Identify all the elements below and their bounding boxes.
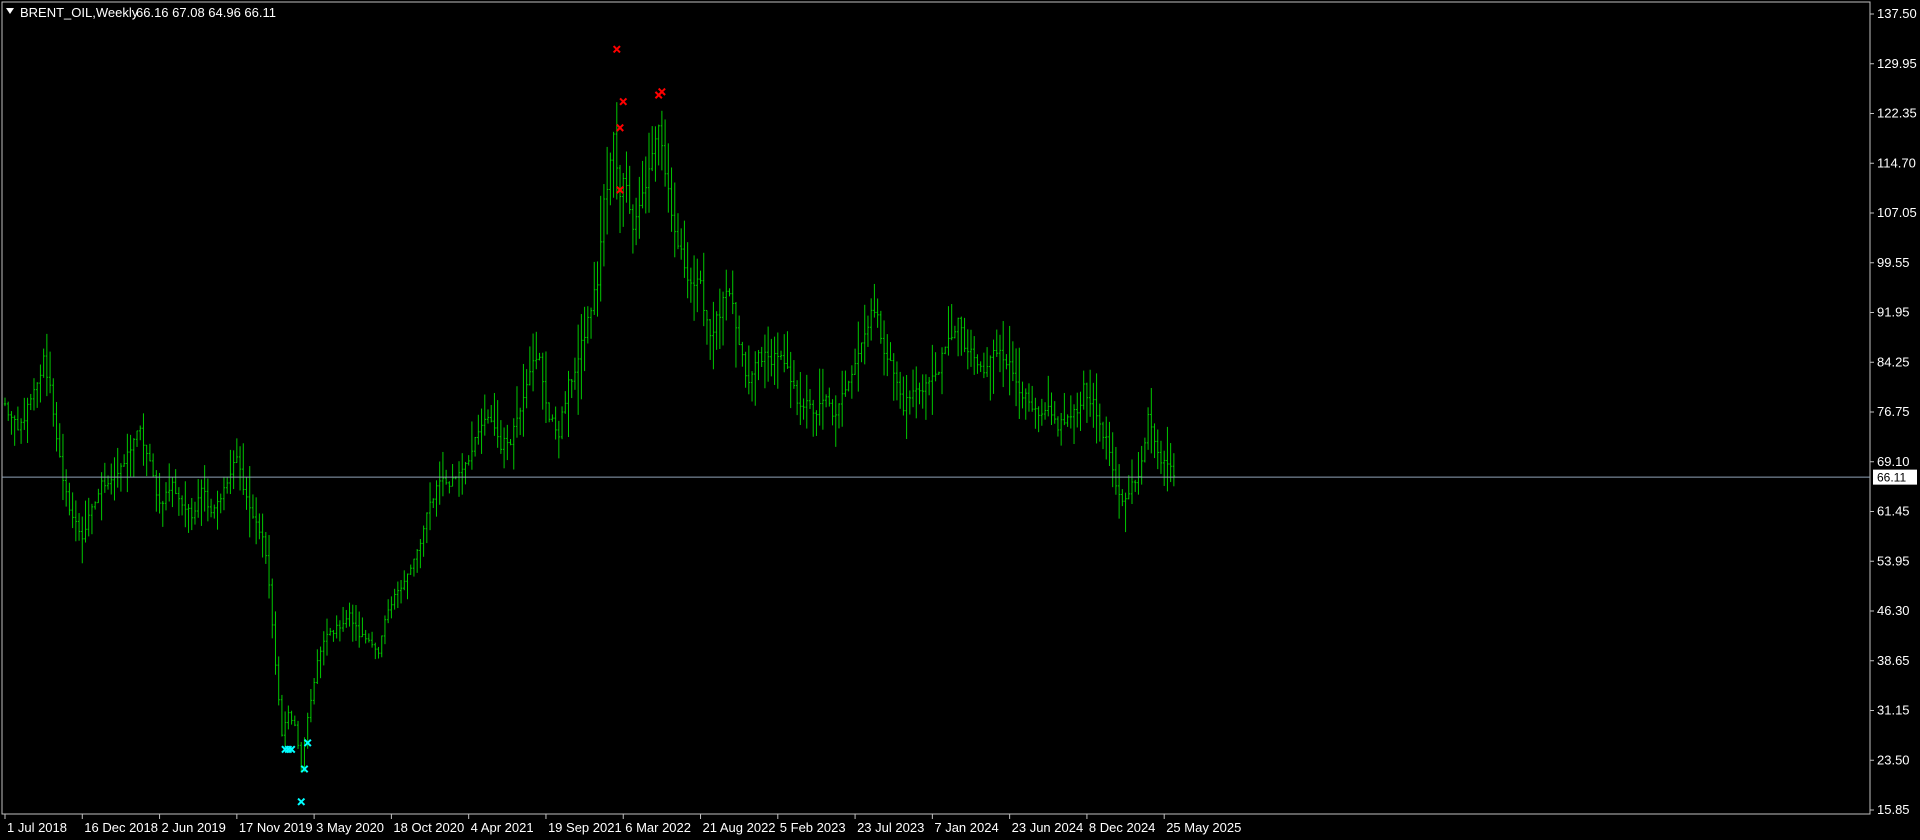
price-tick-label: 61.45 bbox=[1877, 504, 1910, 519]
symbol-label: BRENT_OIL,Weekly bbox=[20, 5, 139, 20]
ohlc-values: 66.16 67.08 64.96 66.11 bbox=[136, 5, 276, 20]
price-tick-label: 69.10 bbox=[1877, 454, 1910, 469]
time-tick-label: 3 May 2020 bbox=[316, 820, 384, 835]
price-tick-label: 122.35 bbox=[1877, 106, 1917, 121]
time-tick-label: 21 Aug 2022 bbox=[703, 820, 776, 835]
price-tick-label: 76.75 bbox=[1877, 404, 1910, 419]
current-price-value: 66.11 bbox=[1877, 471, 1906, 485]
time-tick-label: 4 Apr 2021 bbox=[471, 820, 534, 835]
price-tick-label: 15.85 bbox=[1877, 802, 1910, 817]
price-tick-label: 137.50 bbox=[1877, 6, 1917, 21]
price-tick-label: 46.30 bbox=[1877, 603, 1910, 618]
time-tick-label: 23 Jul 2023 bbox=[857, 820, 924, 835]
time-tick-label: 1 Jul 2018 bbox=[7, 820, 67, 835]
price-tick-label: 129.95 bbox=[1877, 56, 1917, 71]
chart-header: BRENT_OIL,Weekly 66.16 67.08 64.96 66.11 bbox=[6, 5, 276, 20]
price-tick-label: 114.70 bbox=[1877, 155, 1916, 170]
time-tick-label: 19 Sep 2021 bbox=[548, 820, 622, 835]
price-tick-label: 84.25 bbox=[1877, 354, 1910, 369]
time-tick-label: 25 May 2025 bbox=[1166, 820, 1241, 835]
price-chart[interactable]: 137.50 129.95 122.35 114.70 107.05 99.55 91.95… bbox=[0, 0, 1920, 840]
time-tick-label: 8 Dec 2024 bbox=[1089, 820, 1156, 835]
price-tick-label: 91.95 bbox=[1877, 305, 1910, 320]
time-tick-label: 17 Nov 2019 bbox=[239, 820, 313, 835]
price-tick-label: 31.15 bbox=[1877, 703, 1910, 718]
price-label-box: 66.11 bbox=[1873, 469, 1917, 485]
time-tick-label: 7 Jan 2024 bbox=[934, 820, 998, 835]
time-tick-label: 16 Dec 2018 bbox=[84, 820, 158, 835]
price-axis: 137.50 129.95 122.35 114.70 107.05 99.55 91.95… bbox=[1870, 6, 1917, 817]
time-tick-label: 5 Feb 2023 bbox=[780, 820, 846, 835]
time-axis: 1 Jul 2018 16 Dec 2018 2 Jun 2019 17 Nov 20… bbox=[4, 814, 1241, 835]
price-tick-label: 38.65 bbox=[1877, 653, 1910, 668]
time-tick-label: 6 Mar 2022 bbox=[625, 820, 691, 835]
price-tick-label: 107.05 bbox=[1877, 205, 1917, 220]
time-tick-label: 2 Jun 2019 bbox=[162, 820, 226, 835]
price-tick-label: 23.50 bbox=[1877, 752, 1910, 767]
price-tick-label: 53.95 bbox=[1877, 553, 1910, 568]
time-tick-label: 18 Oct 2020 bbox=[393, 820, 464, 835]
plot-frame bbox=[1, 1, 1871, 815]
time-tick-label: 23 Jun 2024 bbox=[1012, 820, 1084, 835]
price-tick-label: 99.55 bbox=[1877, 255, 1910, 270]
